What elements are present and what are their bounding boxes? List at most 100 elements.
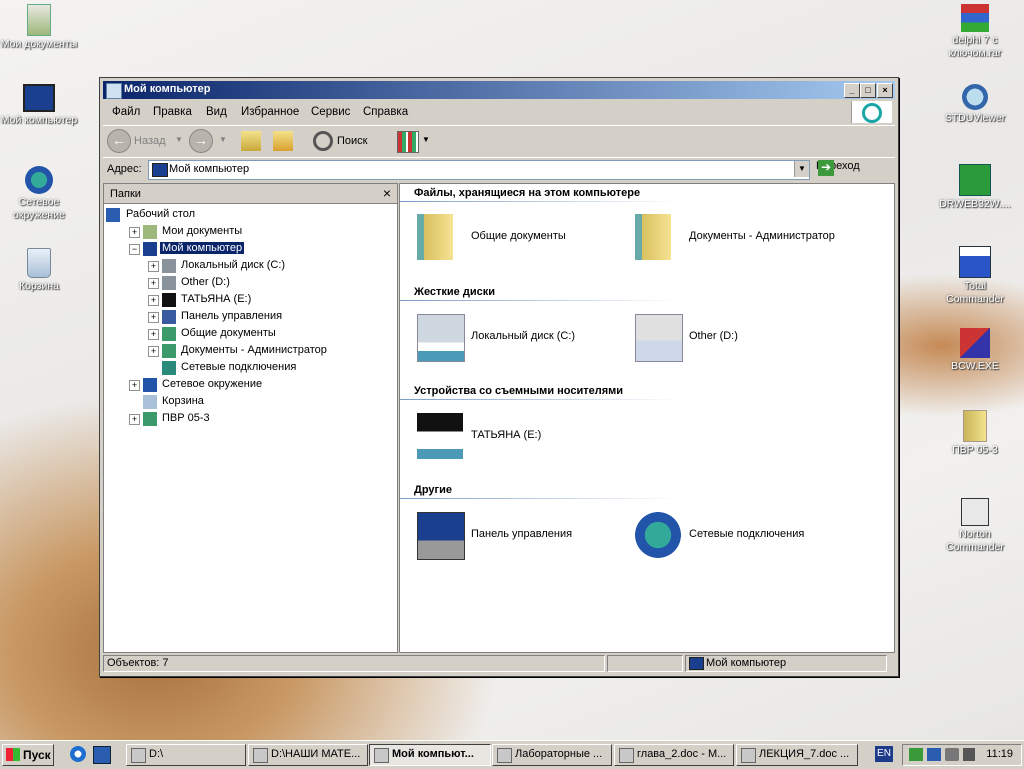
search-icon[interactable] — [313, 131, 333, 151]
desktop-icon-label: BCW.EXE — [951, 360, 999, 372]
expand-icon[interactable]: + — [129, 227, 140, 238]
taskbar-button[interactable]: Лабораторные ... — [492, 744, 612, 766]
expand-icon[interactable]: + — [148, 295, 159, 306]
status-objects-text: Объектов: 7 — [107, 657, 169, 669]
desktop-icon-drweb[interactable]: DRWEB32W.... — [936, 164, 1014, 211]
desktop-icon-recycle-bin[interactable]: Корзина — [0, 248, 78, 293]
section-title-files: Файлы, хранящиеся на этом компьютере — [414, 187, 641, 199]
explorer-window: Мой компьютер _ □ × Файл Правка Вид Избр… — [99, 77, 899, 677]
back-arrow-icon[interactable]: ← — [107, 129, 131, 153]
taskbar-button[interactable]: Мой компьют... — [369, 744, 491, 766]
tree-item-label: Корзина — [162, 395, 204, 407]
menu-file[interactable]: Файл — [112, 106, 140, 118]
desktop-icon-network[interactable]: Сетевое окружение — [0, 166, 78, 222]
content-item-network-connections[interactable]: Сетевые подключения — [635, 512, 835, 562]
rar-archive-icon — [961, 4, 989, 32]
desktop-icon-stduviewer[interactable]: STDUViewer — [936, 84, 1014, 125]
window-icon — [131, 748, 146, 763]
window-title: Мой компьютер — [124, 83, 211, 95]
tree-item-label: Мои документы — [162, 225, 243, 237]
content-item-drive-d[interactable]: Other (D:) — [635, 314, 835, 364]
up-folder-icon[interactable] — [241, 131, 261, 151]
title-bar[interactable]: Мой компьютер _ □ × — [103, 81, 895, 99]
network-connections-icon — [635, 512, 681, 558]
maximize-button[interactable]: □ — [860, 83, 876, 98]
desktop-icon-bcw-exe[interactable]: BCW.EXE — [936, 328, 1014, 373]
window-icon — [741, 748, 756, 763]
content-item-label: ТАТЬЯНА (E:) — [471, 429, 542, 441]
desktop-icon-total-commander[interactable]: Total Commander — [936, 246, 1014, 306]
expand-icon[interactable]: + — [129, 380, 140, 391]
menu-edit[interactable]: Правка — [153, 106, 192, 118]
forward-dropdown-icon[interactable]: ▼ — [219, 135, 227, 144]
taskbar-button[interactable]: глава_2.doc - M... — [614, 744, 734, 766]
menu-favorites[interactable]: Избранное — [241, 106, 299, 118]
desktop-icon-norton-commander[interactable]: Norton Commander — [936, 498, 1014, 554]
expand-icon[interactable]: + — [148, 261, 159, 272]
address-dropdown-icon[interactable]: ▼ — [794, 161, 809, 177]
content-item-control-panel[interactable]: Панель управления — [417, 512, 617, 562]
tree-item-label: Локальный диск (C:) — [181, 259, 286, 271]
content-item-shared-documents[interactable]: Общие документы — [417, 214, 617, 264]
search-button[interactable]: Поиск — [337, 135, 367, 147]
language-indicator[interactable]: EN — [875, 746, 893, 762]
content-item-drive-c[interactable]: Локальный диск (C:) — [417, 314, 617, 364]
taskbar-button[interactable]: ЛЕКЦИЯ_7.doc ... — [736, 744, 858, 766]
forward-button[interactable]: → — [189, 129, 213, 153]
content-item-admin-documents[interactable]: Документы - Администратор — [635, 214, 875, 264]
views-dropdown-icon[interactable]: ▼ — [422, 135, 430, 144]
network-status-icon[interactable] — [927, 748, 941, 761]
folder-icon — [963, 410, 987, 442]
desktop-icon-label: Norton Commander — [946, 528, 1004, 553]
menu-tools[interactable]: Сервис — [311, 106, 350, 118]
section-title-other: Другие — [414, 484, 452, 496]
folders-toggle-icon[interactable] — [273, 131, 293, 151]
expand-icon[interactable]: + — [148, 346, 159, 357]
go-button[interactable]: ➔ Переход — [816, 160, 891, 178]
start-button[interactable]: Пуск — [2, 744, 54, 766]
menu-view[interactable]: Вид — [206, 106, 227, 118]
desktop-icon-my-computer[interactable]: Мой компьютер — [0, 84, 78, 127]
go-arrow-icon: ➔ — [818, 160, 834, 176]
status-empty — [607, 655, 683, 672]
menu-help[interactable]: Справка — [363, 106, 408, 118]
minimize-button[interactable]: _ — [844, 83, 860, 98]
close-folders-pane-icon[interactable]: × — [383, 185, 391, 201]
taskbar-button[interactable]: D:\ — [126, 744, 246, 766]
expand-icon[interactable]: + — [148, 312, 159, 323]
drweb-tray-icon[interactable] — [963, 748, 975, 761]
window-icon — [253, 748, 268, 763]
collapse-icon[interactable]: − — [129, 244, 140, 255]
toolbar: ← Назад ▼ → ▼ Поиск ▼ — [103, 125, 895, 156]
taskbar-button-label: D:\ — [149, 748, 164, 760]
views-icon[interactable] — [397, 131, 419, 153]
taskbar-button-label: Лабораторные ... — [515, 748, 603, 760]
content-item-drive-e[interactable]: ТАТЬЯНА (E:) — [417, 413, 617, 463]
expand-icon[interactable]: + — [129, 414, 140, 425]
expand-icon[interactable]: + — [148, 329, 159, 340]
desktop-icon-delphi-rar[interactable]: delphi 7 с ключом.rar — [936, 4, 1014, 60]
back-dropdown-icon[interactable]: ▼ — [175, 135, 183, 144]
clock[interactable]: 11:19 — [986, 748, 1013, 760]
close-button[interactable]: × — [877, 83, 893, 98]
hard-drive-icon — [162, 276, 176, 290]
network-connections-icon — [162, 361, 176, 375]
recycle-bin-icon — [27, 248, 51, 278]
taskbar-button[interactable]: D:\НАШИ МАТЕ... — [248, 744, 368, 766]
address-input[interactable]: Мой компьютер ▼ — [148, 160, 810, 180]
back-button[interactable]: Назад — [134, 135, 166, 147]
my-computer-icon — [143, 242, 157, 256]
desktop-icon-my-documents[interactable]: Мои документы — [0, 4, 78, 51]
folders-pane-header: Папки × — [104, 184, 397, 204]
network-tray-icon[interactable] — [909, 748, 923, 761]
show-desktop-icon[interactable] — [93, 746, 111, 764]
total-commander-icon — [959, 246, 991, 278]
tree-item-label: Документы - Администратор — [181, 344, 327, 356]
desktop-icon-pvr-folder[interactable]: ПВР 05-3 — [936, 410, 1014, 457]
folder-icon — [417, 214, 453, 260]
ie-icon[interactable] — [70, 746, 86, 762]
desktop-icon-label: delphi 7 с ключом.rar — [948, 34, 1002, 59]
tree-item-label: Other (D:) — [181, 276, 230, 288]
volume-icon[interactable] — [945, 748, 959, 761]
expand-icon[interactable]: + — [148, 278, 159, 289]
